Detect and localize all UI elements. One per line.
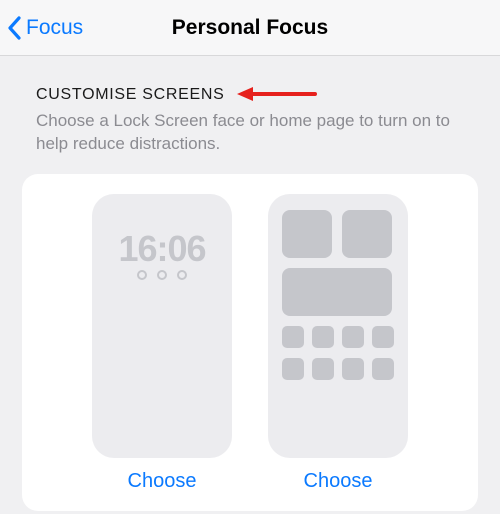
page-dots-icon bbox=[92, 270, 232, 280]
section-label: CUSTOMISE SCREENS bbox=[36, 86, 225, 104]
screens-card: 16:06 Choose Choose bbox=[22, 174, 478, 511]
navigation-bar: Focus Personal Focus bbox=[0, 0, 500, 56]
chevron-left-icon bbox=[6, 15, 24, 41]
homescreen-preview[interactable] bbox=[268, 194, 408, 458]
back-button[interactable]: Focus bbox=[0, 15, 83, 41]
section-subtext: Choose a Lock Screen face or home page t… bbox=[0, 108, 500, 166]
choose-homescreen-button[interactable]: Choose bbox=[304, 470, 373, 493]
annotation-arrow-icon bbox=[237, 85, 317, 103]
back-label: Focus bbox=[26, 16, 83, 40]
home-widgets-icon bbox=[282, 210, 394, 380]
lockscreen-time: 16:06 bbox=[92, 228, 232, 270]
lockscreen-option: 16:06 Choose bbox=[87, 194, 237, 493]
section-header: CUSTOMISE SCREENS bbox=[0, 56, 500, 108]
choose-lockscreen-button[interactable]: Choose bbox=[128, 470, 197, 493]
homescreen-option: Choose bbox=[263, 194, 413, 493]
lockscreen-preview[interactable]: 16:06 bbox=[92, 194, 232, 458]
